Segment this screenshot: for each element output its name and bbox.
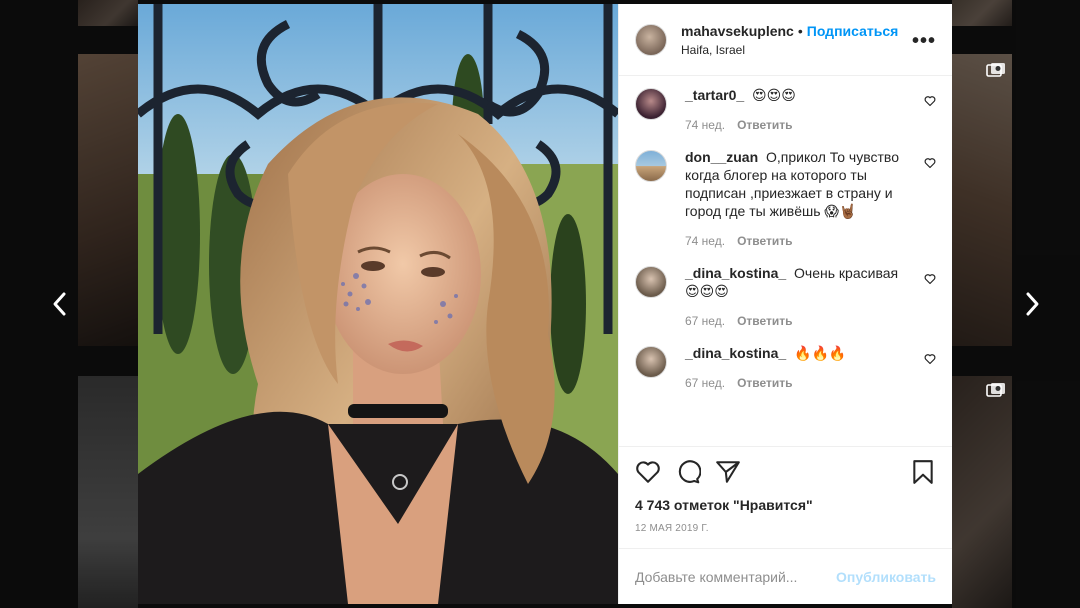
share-paper-plane-icon[interactable] [715,459,741,485]
comment-username[interactable]: _dina_kostina_ [685,265,786,281]
multiple-photos-icon [986,382,1006,398]
comment-age[interactable]: 67 нед. [685,376,725,390]
comment-item: _dina_kostina_ Очень красивая😍😍😍 67 нед.… [635,264,936,330]
post-photo[interactable] [138,4,618,604]
comment-username[interactable]: _tartar0_ [685,87,744,103]
comment-text: 😍😍😍 [752,87,796,103]
reply-button[interactable]: Ответить [737,376,792,390]
comment-like-heart-icon[interactable] [924,156,936,169]
comment-item: don__zuan О,прикол То чувство когда блог… [635,148,936,250]
commenter-avatar[interactable] [635,346,667,378]
previous-post-arrow-icon[interactable] [48,290,72,318]
publish-button[interactable]: Опубликовать [836,569,936,585]
comment-text: 🔥🔥🔥 [794,345,847,361]
next-post-arrow-icon[interactable] [1020,290,1044,318]
post-modal: mahavsekuplenc • Подписаться Haifa, Isra… [138,4,952,604]
post-sidebar: mahavsekuplenc • Подписаться Haifa, Isra… [618,4,952,604]
comment-age[interactable]: 74 нед. [685,118,725,132]
comment-username[interactable]: _dina_kostina_ [685,345,786,361]
more-options-icon[interactable]: ••• [912,30,936,53]
author-avatar[interactable] [635,23,667,56]
reply-button[interactable]: Ответить [737,314,792,328]
comment-item: _tartar0_ 😍😍😍 74 нед. Ответить [635,86,936,134]
commenter-avatar[interactable] [635,266,667,298]
reply-button[interactable]: Ответить [737,234,792,248]
post-date: 12 МАЯ 2019 Г. [635,523,709,534]
post-location[interactable]: Haifa, Israel [681,43,898,57]
post-header: mahavsekuplenc • Подписаться Haifa, Isra… [619,4,952,76]
comment-bubble-icon[interactable] [675,459,702,485]
likes-count[interactable]: 4 743 отметок "Нравится" [635,497,936,513]
comment-age[interactable]: 67 нед. [685,314,725,328]
multiple-photos-icon [986,62,1006,78]
comment-username[interactable]: don__zuan [685,149,758,165]
comment-input[interactable] [635,568,837,585]
comment-like-heart-icon[interactable] [924,352,936,365]
commenter-avatar[interactable] [635,150,667,182]
post-actions: 4 743 отметок "Нравится" 12 МАЯ 2019 Г. [619,446,952,534]
comment-like-heart-icon[interactable] [924,272,936,285]
comments-list: _tartar0_ 😍😍😍 74 нед. Ответить don__zuan … [619,76,952,446]
comment-age[interactable]: 74 нед. [685,234,725,248]
author-username[interactable]: mahavsekuplenc [681,23,794,39]
reply-button[interactable]: Ответить [737,118,792,132]
separator-dot: • [797,22,803,39]
add-comment-bar: Опубликовать [619,548,952,604]
post-photo-illustration [138,4,618,604]
follow-button[interactable]: Подписаться [807,23,899,39]
like-heart-icon[interactable] [635,459,661,485]
comment-item: _dina_kostina_ 🔥🔥🔥 67 нед. Ответить [635,344,936,392]
commenter-avatar[interactable] [635,88,667,120]
save-bookmark-icon[interactable] [910,459,936,485]
comment-like-heart-icon[interactable] [924,94,936,107]
